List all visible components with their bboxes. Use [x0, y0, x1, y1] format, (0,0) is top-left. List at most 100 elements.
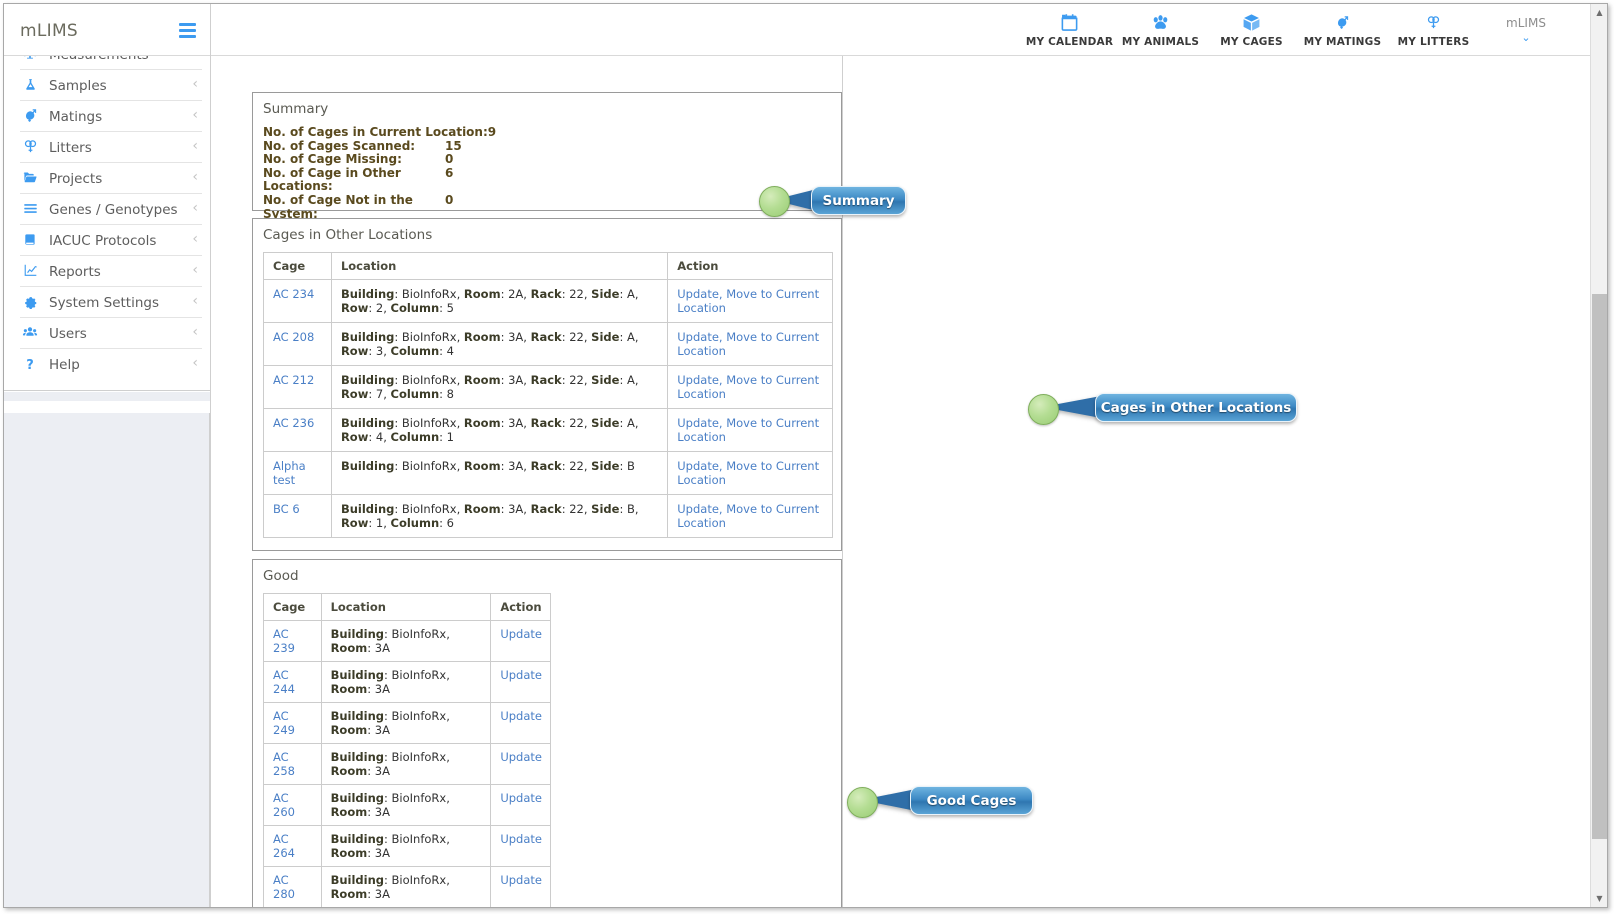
- left-sidebar: mLIMS Measurements‹Samples‹Matings‹Litte…: [4, 4, 211, 907]
- top-nav-label: MY ANIMALS: [1121, 36, 1200, 48]
- cage-link[interactable]: Alpha test: [273, 459, 306, 487]
- cage-link[interactable]: AC 258: [273, 750, 295, 778]
- cage-link[interactable]: AC 239: [273, 627, 295, 655]
- sidebar-item-litters[interactable]: Litters ‹: [20, 132, 202, 163]
- location-cell: Building: BioInfoRx, Room: 3A, Rack: 22,…: [330, 451, 669, 495]
- sidebar-item-system-settings[interactable]: System Settings ‹: [20, 287, 202, 318]
- venus-double-icon: [1388, 12, 1479, 33]
- column-header-location: Location: [320, 593, 492, 621]
- summary-row-label: No. of Cage in Other Locations:: [263, 165, 401, 194]
- cage-link[interactable]: AC 234: [273, 287, 314, 301]
- sidebar-item-matings[interactable]: Matings ‹: [20, 101, 202, 132]
- cage-link[interactable]: AC 249: [273, 709, 295, 737]
- callout-label: Cages in Other Locations: [1100, 399, 1292, 416]
- chevron-left-icon: ‹: [192, 107, 198, 123]
- sidebar-brand-bar: mLIMS: [4, 4, 210, 56]
- table-header-row: Cage Location Action: [263, 252, 833, 280]
- sidebar-nav-scroll[interactable]: Measurements‹Samples‹Matings‹Litters‹Pro…: [4, 56, 210, 391]
- cage-link[interactable]: AC 208: [273, 330, 314, 344]
- action-link[interactable]: Update, Move to Current Location: [677, 502, 819, 530]
- sidebar-item-users[interactable]: Users ‹: [20, 318, 202, 349]
- sidebar-item-samples[interactable]: Samples ‹: [20, 70, 202, 101]
- callout-bubble: Good Cages: [910, 786, 1033, 815]
- book-icon: [20, 232, 40, 250]
- good-cages-panel: Good Cage Location Action AC 239 Building: …: [252, 559, 842, 907]
- sidebar-item-label: Litters: [49, 140, 92, 156]
- table-row: AC 236 Building: BioInfoRx, Room: 3A, Rac…: [263, 408, 833, 452]
- top-nav-my-matings[interactable]: MY MATINGS: [1297, 9, 1388, 48]
- sidebar-item-projects[interactable]: Projects ‹: [20, 163, 202, 194]
- table-row: BC 6 Building: BioInfoRx, Room: 3A, Rack:…: [263, 494, 833, 538]
- table-body: AC 239 Building: BioInfoRx, Room: 3A Updat…: [263, 620, 551, 907]
- top-nav-my-animals[interactable]: MY ANIMALS: [1115, 9, 1206, 48]
- top-nav-my-calendar[interactable]: MY CALENDAR: [1024, 9, 1115, 48]
- action-link[interactable]: Update: [500, 832, 542, 846]
- callout-bubble: Summary: [811, 186, 906, 215]
- action-link[interactable]: Update, Move to Current Location: [677, 330, 819, 358]
- cage-link[interactable]: AC 260: [273, 791, 295, 819]
- summary-row: No. of Cages Scanned: 15: [263, 138, 496, 154]
- top-nav-my-litters[interactable]: MY LITTERS: [1388, 9, 1479, 48]
- sidebar-item-iacuc-protocols[interactable]: IACUC Protocols ‹: [20, 225, 202, 256]
- summary-row-value: 15: [445, 138, 462, 153]
- action-link[interactable]: Update: [500, 791, 542, 805]
- top-nav-my-cages[interactable]: MY CAGES: [1206, 9, 1297, 48]
- column-header-location: Location: [330, 252, 669, 280]
- table-body: AC 234 Building: BioInfoRx, Room: 2A, Rac…: [263, 279, 833, 538]
- location-cell: Building: BioInfoRx, Room: 3A: [320, 620, 492, 662]
- cage-link[interactable]: AC 280: [273, 873, 295, 901]
- table-row: Alpha test Building: BioInfoRx, Room: 3A,…: [263, 451, 833, 495]
- top-nav-label: MY MATINGS: [1303, 36, 1382, 48]
- list-bars-icon: [20, 201, 40, 219]
- chevron-left-icon: ‹: [192, 169, 198, 185]
- action-link[interactable]: Update, Move to Current Location: [677, 459, 819, 487]
- scroll-up-arrow-icon[interactable]: ▲: [1591, 4, 1607, 21]
- action-link[interactable]: Update, Move to Current Location: [677, 373, 819, 401]
- sidebar-item-reports[interactable]: Reports ‹: [20, 256, 202, 287]
- sidebar-item-genes-genotypes[interactable]: Genes / Genotypes ‹: [20, 194, 202, 225]
- cage-link[interactable]: AC 236: [273, 416, 314, 430]
- scroll-down-arrow-icon[interactable]: ▼: [1591, 890, 1607, 907]
- action-link[interactable]: Update, Move to Current Location: [677, 416, 819, 444]
- table-row: AC 258 Building: BioInfoRx, Room: 3A Updat…: [263, 743, 551, 785]
- action-link[interactable]: Update, Move to Current Location: [677, 287, 819, 315]
- vertical-scrollbar[interactable]: ▲ ▼: [1590, 4, 1607, 907]
- cage-link[interactable]: AC 264: [273, 832, 295, 860]
- cage-link[interactable]: AC 212: [273, 373, 314, 387]
- table-row: AC 249 Building: BioInfoRx, Room: 3A Updat…: [263, 702, 551, 744]
- sidebar-lower-panel: [4, 413, 210, 907]
- action-link[interactable]: Update: [500, 668, 542, 682]
- location-cell: Building: BioInfoRx, Room: 3A: [320, 866, 492, 907]
- sidebar-spacer-top: [4, 392, 210, 401]
- sidebar-item-measurements[interactable]: Measurements ‹: [20, 56, 202, 70]
- cage-link[interactable]: AC 244: [273, 668, 295, 696]
- callout-label: Summary: [822, 192, 895, 209]
- scrollbar-thumb[interactable]: [1592, 294, 1607, 839]
- other-locations-table: Cage Location Action AC 234 Building: BioIn…: [263, 252, 833, 538]
- action-link[interactable]: Update: [500, 873, 542, 887]
- cage-link[interactable]: BC 6: [273, 502, 300, 516]
- sidebar-brand-title: mLIMS: [20, 21, 79, 41]
- location-cell: Building: BioInfoRx, Room: 3A: [320, 784, 492, 826]
- venus-double-icon: [20, 139, 40, 157]
- location-cell: Building: BioInfoRx, Room: 3A: [320, 661, 492, 703]
- user-menu[interactable]: mLIMS ⌄: [1491, 16, 1561, 43]
- table-row: AC 239 Building: BioInfoRx, Room: 3A Updat…: [263, 620, 551, 662]
- action-link[interactable]: Update: [500, 709, 542, 723]
- other-locations-panel-title: Cages in Other Locations: [263, 227, 433, 243]
- summary-row: No. of Cage in Other Locations: 6: [263, 165, 496, 194]
- question-mark-icon: ?: [26, 358, 34, 373]
- sidebar-item-label: Users: [49, 326, 87, 342]
- action-link[interactable]: Update: [500, 750, 542, 764]
- location-cell: Building: BioInfoRx, Room: 3A: [320, 825, 492, 867]
- other-locations-panel: Cages in Other Locations Cage Location Act…: [252, 218, 842, 551]
- hamburger-icon[interactable]: [179, 23, 196, 38]
- chevron-left-icon: ‹: [192, 324, 198, 340]
- summary-panel: Summary No. of Cages in Current Location…: [252, 92, 842, 234]
- sidebar-item-help[interactable]: ? Help ‹: [20, 349, 202, 380]
- chevron-left-icon: ‹: [192, 262, 198, 278]
- callout-bubble: Cages in Other Locations: [1095, 393, 1297, 422]
- table-row: AC 234 Building: BioInfoRx, Room: 2A, Rac…: [263, 279, 833, 323]
- action-link[interactable]: Update: [500, 627, 542, 641]
- top-nav-label: MY LITTERS: [1397, 36, 1470, 48]
